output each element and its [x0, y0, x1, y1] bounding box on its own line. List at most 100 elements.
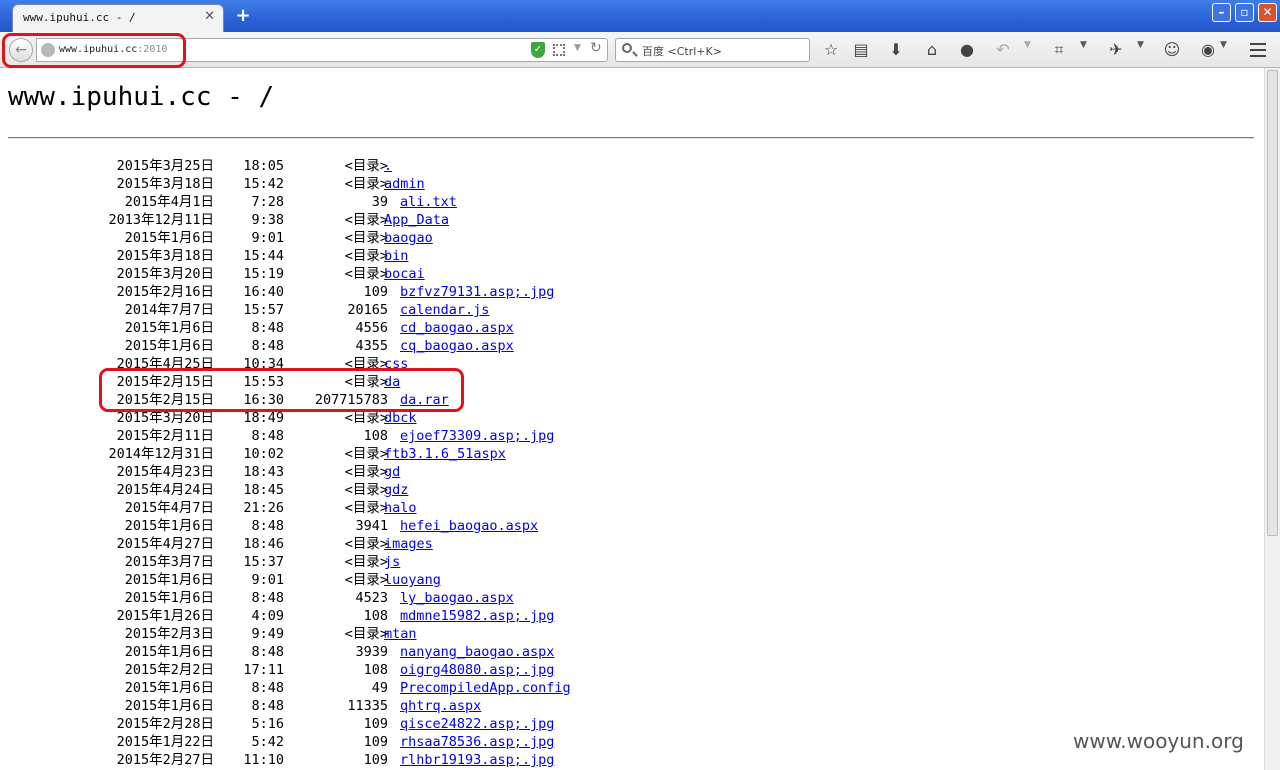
file-link[interactable]: qisce24822.asp;.jpg	[400, 716, 554, 732]
entry-size: <目录>	[344, 536, 388, 552]
entry-date: 2015年1月6日	[124, 518, 214, 534]
scrollbar-thumb[interactable]	[1267, 70, 1278, 536]
file-link[interactable]: rlhbr19193.asp;.jpg	[400, 752, 554, 768]
close-window-button[interactable]: ✕	[1258, 3, 1277, 22]
directory-link[interactable]: .	[384, 158, 392, 174]
entry-size: 109	[363, 284, 388, 300]
directory-link[interactable]: images	[384, 536, 433, 552]
navigation-toolbar: ← www.ipuhui.cc:2010 ✓ ▼ ↻ 百度 <Ctrl+K> ☆…	[0, 32, 1280, 68]
extension-icon[interactable]: ✈	[1104, 38, 1128, 62]
directory-link[interactable]: halo	[384, 500, 417, 516]
file-link[interactable]: rhsaa78536.asp;.jpg	[400, 734, 554, 750]
entry-size: <目录>	[344, 446, 388, 462]
qr-code-icon[interactable]	[553, 44, 565, 56]
listing-row: 2015年4月7日 21:26 <目录> halo	[0, 499, 1260, 517]
bookmark-star-icon[interactable]: ☆	[819, 38, 843, 62]
entry-size: 108	[363, 428, 388, 444]
entry-date: 2015年2月11日	[116, 428, 214, 444]
file-link[interactable]: bzfvz79131.asp;.jpg	[400, 284, 554, 300]
entry-name: gd	[384, 463, 400, 481]
directory-link[interactable]: bocai	[384, 266, 425, 282]
menu-icon[interactable]	[1250, 43, 1266, 57]
chat-icon[interactable]: ●	[955, 38, 979, 62]
directory-link[interactable]: gd	[384, 464, 400, 480]
listing-row: 2015年1月6日 8:48 4355 cq_baogao.aspx	[0, 337, 1260, 355]
directory-link[interactable]: App_Data	[384, 212, 449, 228]
file-link[interactable]: ali.txt	[400, 194, 457, 210]
file-link[interactable]: ejoef73309.asp;.jpg	[400, 428, 554, 444]
bookmarks-list-icon[interactable]: ▤	[849, 38, 873, 62]
file-link[interactable]: hefei_baogao.aspx	[400, 518, 538, 534]
entry-name: js	[384, 553, 400, 571]
minimize-button[interactable]: –	[1212, 3, 1231, 22]
entry-size: <目录>	[344, 482, 388, 498]
entry-time: 8:48	[251, 428, 284, 444]
entry-name: oigrg48080.asp;.jpg	[400, 661, 554, 679]
directory-link[interactable]: luoyang	[384, 572, 441, 588]
file-link[interactable]: calendar.js	[400, 302, 489, 318]
shield-icon[interactable]: ✓	[531, 42, 545, 58]
maximize-button[interactable]: ▫	[1235, 3, 1254, 22]
entry-date: 2015年1月6日	[124, 680, 214, 696]
listing-row: 2015年1月22日 5:42 109 rhsaa78536.asp;.jpg	[0, 733, 1260, 751]
directory-link[interactable]: ftb3.1.6_51aspx	[384, 446, 506, 462]
file-link[interactable]: oigrg48080.asp;.jpg	[400, 662, 554, 678]
directory-link[interactable]: dbck	[384, 410, 417, 426]
new-tab-button[interactable]: +	[232, 5, 254, 27]
entry-date: 2013年12月11日	[108, 212, 214, 228]
entry-time: 8:48	[251, 698, 284, 714]
tab-close-icon[interactable]: ✕	[204, 9, 215, 25]
entry-date: 2014年7月7日	[124, 302, 214, 318]
listing-row: 2015年3月18日 15:44 <目录> bin	[0, 247, 1260, 265]
entry-size: <目录>	[344, 464, 388, 480]
entry-size: <目录>	[344, 176, 388, 192]
entry-date: 2015年4月1日	[124, 194, 214, 210]
entry-name: calendar.js	[400, 301, 489, 319]
directory-link[interactable]: admin	[384, 176, 425, 192]
entry-size: 11335	[347, 698, 388, 714]
entry-time: 8:48	[251, 644, 284, 660]
entry-name: rlhbr19193.asp;.jpg	[400, 751, 554, 769]
entry-date: 2015年3月18日	[116, 176, 214, 192]
listing-row: 2015年4月1日 7:28 39 ali.txt	[0, 193, 1260, 211]
undo-icon[interactable]: ↶	[991, 38, 1015, 62]
file-link[interactable]: mdmne15982.asp;.jpg	[400, 608, 554, 624]
download-icon[interactable]: ⬇	[884, 38, 908, 62]
entry-size: 109	[363, 716, 388, 732]
file-link[interactable]: qhtrq.aspx	[400, 698, 481, 714]
file-link[interactable]: ly_baogao.aspx	[400, 590, 514, 606]
profile-icon[interactable]: ◉	[1196, 38, 1220, 62]
crop-icon[interactable]: ⌗	[1047, 38, 1071, 62]
crop-dropdown-icon[interactable]: ▼	[1080, 40, 1087, 50]
entry-name: qisce24822.asp;.jpg	[400, 715, 554, 733]
entry-size: 3941	[355, 518, 388, 534]
directory-link[interactable]: gdz	[384, 482, 408, 498]
directory-link[interactable]: bin	[384, 248, 408, 264]
entry-size: <目录>	[344, 230, 388, 246]
listing-row: 2015年1月6日 9:01 <目录> baogao	[0, 229, 1260, 247]
reload-icon[interactable]: ↻	[590, 40, 602, 56]
profile-dropdown-icon[interactable]: ▼	[1220, 40, 1227, 50]
listing-row: 2015年1月6日 8:48 3941 hefei_baogao.aspx	[0, 517, 1260, 535]
directory-link[interactable]: baogao	[384, 230, 433, 246]
entry-time: 5:42	[251, 734, 284, 750]
file-link[interactable]: cq_baogao.aspx	[400, 338, 514, 354]
vertical-scrollbar[interactable]	[1264, 68, 1280, 770]
search-box[interactable]: 百度 <Ctrl+K>	[615, 38, 810, 62]
directory-link[interactable]: js	[384, 554, 400, 570]
browser-tab[interactable]: www.ipuhui.cc - / ✕	[12, 4, 224, 32]
entry-name: ali.txt	[400, 193, 457, 211]
entry-name: admin	[384, 175, 425, 193]
url-dropdown-icon[interactable]: ▼	[574, 43, 581, 53]
file-link[interactable]: nanyang_baogao.aspx	[400, 644, 554, 660]
file-link[interactable]: PrecompiledApp.config	[400, 680, 571, 696]
undo-dropdown-icon[interactable]: ▼	[1024, 40, 1031, 50]
entry-size: 3939	[355, 644, 388, 660]
extension-dropdown-icon[interactable]: ▼	[1137, 40, 1144, 50]
directory-link[interactable]: mtan	[384, 626, 417, 642]
entry-date: 2015年1月26日	[116, 608, 214, 624]
file-link[interactable]: cd_baogao.aspx	[400, 320, 514, 336]
entry-time: 9:01	[251, 572, 284, 588]
smiley-icon[interactable]: ☺	[1160, 38, 1184, 62]
home-icon[interactable]: ⌂	[920, 38, 944, 62]
